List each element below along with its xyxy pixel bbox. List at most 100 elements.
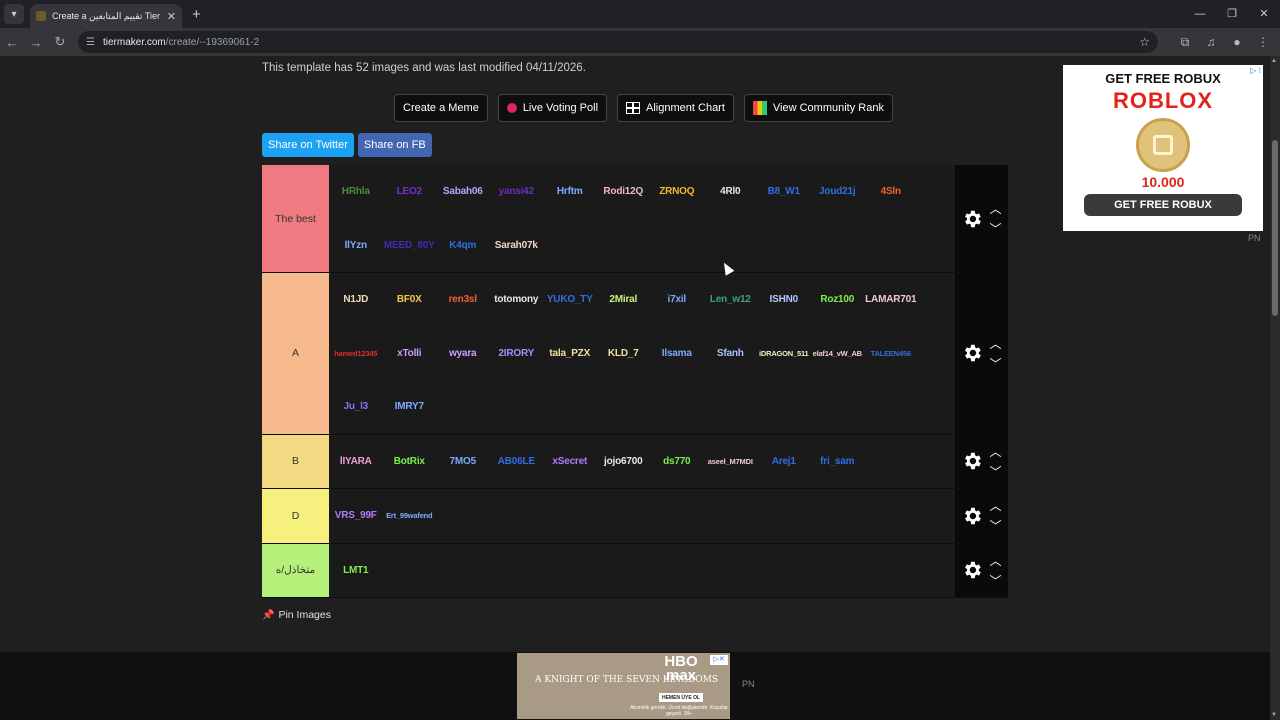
tier-item[interactable]: hamed12345 bbox=[329, 327, 383, 381]
tier-item[interactable]: BotRix bbox=[383, 435, 437, 489]
tier-item[interactable]: Ert_99wafend bbox=[383, 489, 437, 543]
ad-close-icon[interactable]: ▷✕ bbox=[710, 655, 728, 665]
tier-label[interactable]: A bbox=[262, 273, 329, 434]
tier-label[interactable]: متخاذل/ه bbox=[262, 543, 329, 597]
tier-item[interactable]: Sfanh bbox=[704, 327, 758, 381]
roblox-ad[interactable]: ▷ ⁝ GET FREE ROBUX ROBLOX 10.000 GET FRE… bbox=[1063, 65, 1263, 231]
page-scrollbar[interactable]: ▲ ▼ bbox=[1270, 56, 1280, 720]
tier-item[interactable]: llYzn bbox=[329, 219, 383, 273]
tier-item[interactable]: N1JD bbox=[329, 273, 383, 327]
site-info-icon[interactable]: ☰ bbox=[86, 37, 95, 48]
tier-item[interactable]: BF0X bbox=[383, 273, 437, 327]
tier-item[interactable]: Sabah06 bbox=[436, 165, 490, 219]
tier-item[interactable]: Arej1 bbox=[757, 435, 811, 489]
scroll-down-icon[interactable]: ▼ bbox=[1271, 712, 1277, 718]
tier-item[interactable]: ren3sl bbox=[436, 273, 490, 327]
view-community-rank-button[interactable]: View Community Rank bbox=[743, 94, 893, 122]
chevron-down-icon[interactable]: ﹀ bbox=[989, 219, 1003, 239]
chevron-down-icon[interactable]: ﹀ bbox=[989, 516, 1003, 536]
share-twitter-button[interactable]: Share on Twitter bbox=[262, 133, 354, 157]
gear-icon[interactable] bbox=[961, 505, 983, 527]
tier-item[interactable]: Len_w12 bbox=[704, 273, 758, 327]
pin-images-toggle[interactable]: 📌 Pin Images bbox=[262, 609, 331, 621]
close-window-icon[interactable]: ✕ bbox=[1248, 0, 1280, 28]
forward-icon[interactable]: → bbox=[24, 35, 48, 50]
tier-item[interactable]: LAMAR701 bbox=[864, 273, 918, 327]
tier-label[interactable]: B bbox=[262, 434, 329, 488]
tier-item[interactable]: ds770 bbox=[650, 435, 704, 489]
restore-icon[interactable]: ❐ bbox=[1216, 0, 1248, 28]
chevron-down-icon[interactable]: ﹀ bbox=[989, 353, 1003, 373]
chevron-up-icon[interactable]: ︿ bbox=[989, 550, 1003, 570]
tier-item[interactable]: YUKO_TY bbox=[543, 273, 597, 327]
chevron-up-icon[interactable]: ︿ bbox=[989, 333, 1003, 353]
menu-kebab-icon[interactable]: ⋮ bbox=[1250, 35, 1276, 50]
reload-icon[interactable]: ↻ bbox=[48, 34, 72, 50]
tier-item[interactable]: 4Rl0 bbox=[704, 165, 758, 219]
tier-item[interactable]: KLD_7 bbox=[597, 327, 651, 381]
tier-item[interactable]: 2Miral bbox=[597, 273, 651, 327]
tier-label[interactable]: D bbox=[262, 489, 329, 543]
hbo-max-ad[interactable]: A KNIGHT OF THE SEVEN KINGDOMS HBO max H… bbox=[517, 653, 730, 719]
chevron-up-icon[interactable]: ︿ bbox=[989, 199, 1003, 219]
tier-item[interactable]: wyara bbox=[436, 327, 490, 381]
tier-item[interactable]: IMRY7 bbox=[383, 380, 437, 434]
minimize-icon[interactable]: — bbox=[1184, 0, 1216, 28]
tier-item[interactable]: Sarah07k bbox=[490, 219, 544, 273]
scroll-up-icon[interactable]: ▲ bbox=[1271, 58, 1277, 64]
tier-item[interactable]: VRS_99F bbox=[329, 489, 383, 543]
tier-item[interactable]: aseel_M7MDI bbox=[704, 435, 758, 489]
tier-item[interactable]: B8_W1 bbox=[757, 165, 811, 219]
tier-label[interactable]: The best bbox=[262, 165, 329, 272]
tier-item[interactable]: AB06LE bbox=[490, 435, 544, 489]
tier-item[interactable]: Joud21j bbox=[811, 165, 865, 219]
tier-item[interactable]: K4qm bbox=[436, 219, 490, 273]
tier-item[interactable]: Rodi12Q bbox=[597, 165, 651, 219]
gear-icon[interactable] bbox=[961, 559, 983, 581]
url-bar[interactable]: ☰ tiermaker.com/create/--19369061-2 ☆ bbox=[78, 31, 1158, 53]
chevron-up-icon[interactable]: ︿ bbox=[989, 441, 1003, 461]
alignment-chart-button[interactable]: Alignment Chart bbox=[617, 94, 734, 122]
get-free-robux-button[interactable]: GET FREE ROBUX bbox=[1084, 194, 1242, 216]
tier-item[interactable]: HRhla bbox=[329, 165, 383, 219]
tier-item[interactable]: LEO2 bbox=[383, 165, 437, 219]
tier-item[interactable]: Hrftm bbox=[543, 165, 597, 219]
create-meme-button[interactable]: Create a Meme bbox=[394, 94, 488, 122]
tier-item[interactable]: Ju_l3 bbox=[329, 380, 383, 434]
live-voting-poll-button[interactable]: Live Voting Poll bbox=[497, 94, 608, 122]
tier-item[interactable]: yansi42 bbox=[490, 165, 544, 219]
media-controls-icon[interactable]: ♫ bbox=[1198, 35, 1224, 50]
tier-item[interactable]: Roz100 bbox=[811, 273, 865, 327]
tier-item[interactable]: tala_PZX bbox=[543, 327, 597, 381]
chevron-down-icon[interactable]: ﹀ bbox=[989, 461, 1003, 481]
tier-item[interactable]: lIYARA bbox=[329, 435, 383, 489]
tier-item[interactable]: 7MO5 bbox=[436, 435, 490, 489]
tier-item[interactable]: i7xil bbox=[650, 273, 704, 327]
tier-item[interactable]: 4Sln bbox=[864, 165, 918, 219]
tier-item[interactable]: MEED_80Y bbox=[383, 219, 437, 273]
tab-search-dropdown[interactable]: ▾ bbox=[4, 4, 24, 24]
gear-icon[interactable] bbox=[961, 342, 983, 364]
scroll-thumb[interactable] bbox=[1272, 140, 1278, 316]
browser-tab[interactable]: Create a تقييم المتابعين Tier List ✕ bbox=[30, 4, 182, 28]
chevron-down-icon[interactable]: ﹀ bbox=[989, 570, 1003, 590]
ad-choices-icon[interactable]: ▷ ⁝ bbox=[1250, 66, 1261, 75]
tier-item[interactable]: jojo6700 bbox=[597, 435, 651, 489]
tier-item[interactable]: xTolli bbox=[383, 327, 437, 381]
tier-item[interactable]: TALEEN456 bbox=[864, 327, 918, 381]
gear-icon[interactable] bbox=[961, 208, 983, 230]
tier-item[interactable]: elaf14_vW_AB bbox=[811, 327, 865, 381]
tier-item[interactable]: ZRNOQ bbox=[650, 165, 704, 219]
tier-item[interactable]: fri_sam bbox=[811, 435, 865, 489]
tier-item[interactable]: LMT1 bbox=[329, 544, 383, 598]
new-tab-button[interactable]: + bbox=[192, 6, 201, 23]
chevron-up-icon[interactable]: ︿ bbox=[989, 496, 1003, 516]
bookmark-star-icon[interactable]: ☆ bbox=[1139, 35, 1150, 49]
back-icon[interactable]: ← bbox=[0, 35, 24, 50]
share-fb-button[interactable]: Share on FB bbox=[357, 133, 432, 157]
tier-item[interactable]: Ilsama bbox=[650, 327, 704, 381]
tier-item[interactable]: xSecret bbox=[543, 435, 597, 489]
profile-avatar-icon[interactable]: ● bbox=[1224, 35, 1250, 50]
gear-icon[interactable] bbox=[961, 450, 983, 472]
tier-item[interactable]: ISHN0 bbox=[757, 273, 811, 327]
